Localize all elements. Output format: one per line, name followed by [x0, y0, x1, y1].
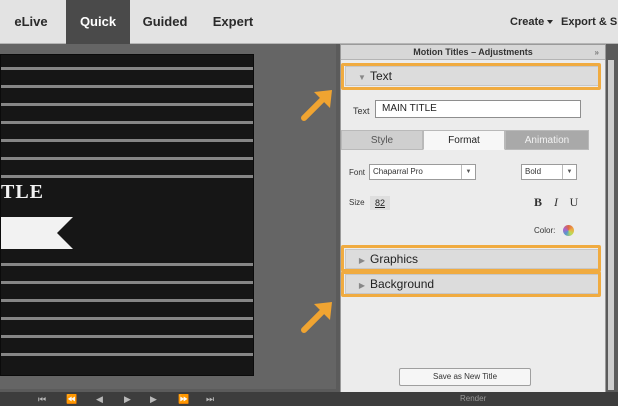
top-bar: eLive Quick Guided Expert Create Export … [0, 0, 618, 44]
font-size-scrubber[interactable]: 82 [370, 196, 390, 210]
graphics-section-highlight [341, 245, 601, 272]
panel-title: Motion Titles – Adjustments » [341, 45, 605, 60]
arrow-pointer-icon [301, 90, 332, 121]
color-label: Color: [534, 226, 556, 235]
collapse-panel-icon[interactable]: » [595, 45, 599, 60]
text-section-highlight [341, 63, 601, 90]
background-section-highlight [341, 271, 601, 297]
mode-tab-quick[interactable]: Quick [66, 0, 130, 44]
dropdown-arrow-icon: ▼ [562, 165, 576, 179]
step-back-icon[interactable]: ⏪ [66, 392, 77, 406]
go-to-end-icon[interactable]: ⏭ [206, 392, 214, 406]
video-preview-area: TLE [0, 44, 336, 389]
font-label: Font [349, 168, 366, 177]
video-frame[interactable]: TLE [0, 54, 254, 376]
title-ribbon-graphic[interactable] [1, 213, 73, 253]
video-title-overlay[interactable]: TLE [1, 181, 44, 204]
font-weight-select[interactable]: Bold ▼ [521, 164, 577, 180]
prev-frame-icon[interactable]: ◀ [96, 392, 103, 406]
export-share-label: Export & Sh [561, 16, 618, 28]
bold-button[interactable]: B [529, 193, 547, 211]
panel-scrollbar[interactable] [608, 60, 614, 390]
playback-bar: ⏮ ⏪ ◀ ▶ ▶ ⏩ ⏭ Render [0, 392, 618, 406]
dropdown-arrow-icon: ▼ [461, 165, 475, 179]
caret-down-icon [547, 20, 554, 25]
export-share-menu[interactable]: Export & Sh [561, 0, 618, 44]
size-label: Size [349, 198, 365, 207]
step-forward-icon[interactable]: ⏩ [178, 392, 189, 406]
font-family-value: Chaparral Pro [373, 167, 423, 176]
mode-tab-expert[interactable]: Expert [200, 0, 266, 44]
arrow-pointer-icon [301, 302, 332, 333]
font-weight-value: Bold [525, 167, 542, 176]
italic-button[interactable]: I [547, 193, 565, 211]
play-icon[interactable]: ▶ [124, 392, 131, 406]
next-frame-icon[interactable]: ▶ [150, 392, 157, 406]
render-label[interactable]: Render [460, 392, 486, 406]
mode-tab-elive[interactable]: eLive [0, 0, 62, 44]
create-menu-label: Create [510, 16, 545, 28]
title-text-input[interactable]: MAIN TITLE [375, 100, 581, 118]
save-as-new-title-button[interactable]: Save as New Title [399, 368, 531, 386]
underline-button[interactable]: U [565, 193, 583, 211]
tab-format[interactable]: Format [423, 130, 505, 150]
create-menu[interactable]: Create [510, 0, 554, 44]
mode-tab-guided[interactable]: Guided [132, 0, 198, 44]
adjustment-tabs: Style Format Animation [341, 130, 589, 150]
motion-titles-panel: Motion Titles – Adjustments » ▼ Text Text… [340, 44, 606, 394]
tab-style[interactable]: Style [341, 130, 423, 150]
panel-title-text: Motion Titles – Adjustments [413, 47, 533, 57]
font-family-select[interactable]: Chaparral Pro ▼ [369, 164, 476, 180]
text-field-label: Text [353, 106, 370, 116]
tab-animation[interactable]: Animation [505, 130, 589, 150]
go-to-start-icon[interactable]: ⏮ [38, 392, 46, 406]
color-wheel-icon[interactable] [563, 225, 574, 236]
